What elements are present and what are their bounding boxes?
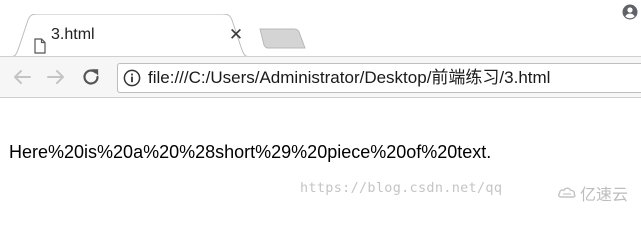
- file-icon: [34, 38, 46, 54]
- watermark-brand: 亿速云: [580, 187, 629, 204]
- address-bar[interactable]: file:///C:/Users/Administrator/Desktop/前…: [117, 63, 641, 93]
- cloud-logo-icon: [557, 184, 577, 202]
- reload-icon[interactable]: [79, 65, 103, 89]
- watermark-url: https://blog.csdn.net/qq: [300, 180, 503, 196]
- page-body-text: Here%20is%20a%20%28short%29%20piece%20of…: [9, 142, 492, 162]
- close-icon[interactable]: ✕: [228, 26, 244, 43]
- back-arrow-icon[interactable]: [10, 65, 34, 89]
- tab-title: 3.html: [51, 26, 95, 43]
- toolbar: file:///C:/Users/Administrator/Desktop/前…: [0, 56, 641, 98]
- info-icon[interactable]: [123, 69, 141, 87]
- url-text[interactable]: file:///C:/Users/Administrator/Desktop/前…: [148, 68, 550, 88]
- browser-window: 3.html ✕ file:///C:/Users/Administrator/…: [0, 0, 641, 215]
- profile-icon[interactable]: [622, 4, 638, 20]
- forward-arrow-icon[interactable]: [44, 65, 68, 89]
- new-tab-icon: [259, 28, 306, 49]
- new-tab-button[interactable]: [258, 28, 308, 50]
- tab-strip: 3.html ✕: [0, 0, 641, 59]
- tab-active[interactable]: 3.html ✕: [8, 14, 252, 59]
